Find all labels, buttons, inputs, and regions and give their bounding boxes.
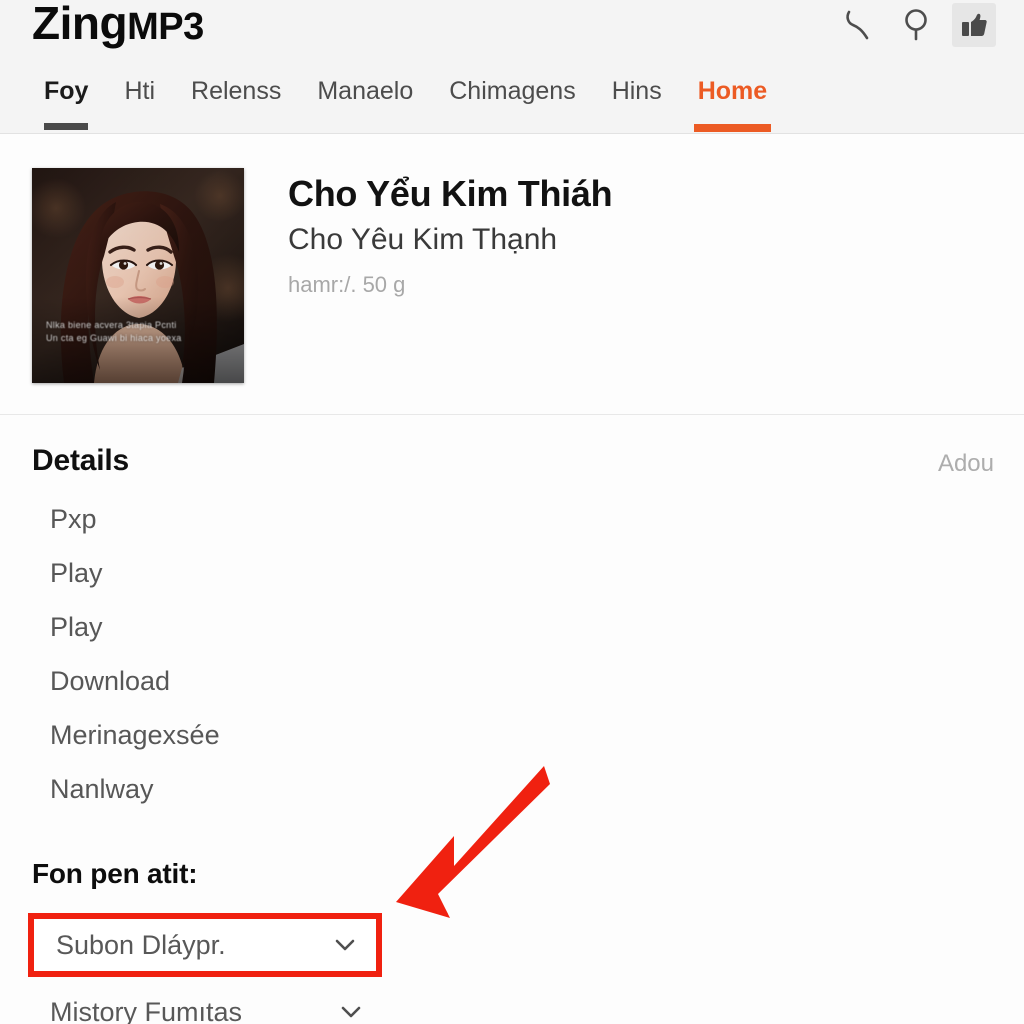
tab-bar: Foy Hti Relenss Manaelo Chimagens Hins H… xyxy=(0,76,1024,134)
tab-label: Hti xyxy=(124,77,156,105)
list-item[interactable]: Nanlway xyxy=(50,762,220,816)
list-item[interactable]: Pxp xyxy=(50,492,220,546)
tab-foy[interactable]: Foy xyxy=(26,76,106,132)
chevron-down-icon xyxy=(338,999,364,1024)
tab-manaelo[interactable]: Manaelo xyxy=(299,76,431,132)
portrait-illustration xyxy=(32,168,244,383)
app-root: ZingMP3 Foy Hti Relenss Manaelo Chimagen… xyxy=(0,0,1024,1024)
brand-logo[interactable]: ZingMP3 xyxy=(32,0,204,50)
dropdown-primary[interactable]: Subon Dláypr. xyxy=(28,913,382,977)
album-art-caption: Nlka biene acvera 3tapia Pcnti Un cta eg… xyxy=(46,319,224,345)
tab-label: Chimagens xyxy=(449,77,576,105)
brand-secondary: MP3 xyxy=(127,6,204,48)
list-item[interactable]: Play xyxy=(50,600,220,654)
tab-label: Manaelo xyxy=(317,77,414,105)
header-actions xyxy=(836,3,996,47)
hero-text-block: Cho Yểu Kim Thiáh Cho Yêu Kim Thạnh hamr… xyxy=(288,172,928,299)
thumbs-up-icon[interactable] xyxy=(952,3,996,47)
dropdown-secondary-value: Mistory Fumıtas xyxy=(50,996,243,1024)
dropdown-secondary[interactable]: Mistory Fumıtas xyxy=(50,986,370,1024)
details-action-link[interactable]: Adou xyxy=(938,450,994,478)
app-header: ZingMP3 Foy Hti Relenss Manaelo Chimagen… xyxy=(0,0,1024,134)
tab-label: Relenss xyxy=(191,77,282,105)
tab-relenss[interactable]: Relenss xyxy=(173,76,299,132)
tab-label: Hins xyxy=(611,77,662,105)
tab-hti[interactable]: Hti xyxy=(106,76,173,132)
tab-hins[interactable]: Hins xyxy=(594,76,680,132)
chevron-down-icon xyxy=(332,932,358,958)
dropdown-primary-value: Subon Dláypr. xyxy=(56,929,226,960)
details-list: Pxp Play Play Download Merinagexsée Nanl… xyxy=(50,492,220,816)
caption-line-1: Nlka biene acvera 3tapia Pcnti xyxy=(46,320,177,330)
tab-label: Home xyxy=(697,77,768,105)
tab-underline xyxy=(693,124,772,132)
page-meta: hamr:/. 50 g xyxy=(288,272,406,297)
details-heading: Details xyxy=(32,444,129,477)
annotation-arrow xyxy=(376,762,556,932)
brand-primary: Zing xyxy=(32,0,128,49)
tab-label: Foy xyxy=(44,77,89,105)
bottom-heading: Fon pen atit: xyxy=(32,858,198,889)
hero-section: Nlka biene acvera 3tapia Pcnti Un cta eg… xyxy=(0,134,1024,415)
page-title: Cho Yểu Kim Thiáh xyxy=(288,173,613,214)
hook-icon[interactable] xyxy=(836,3,880,47)
list-item[interactable]: Play xyxy=(50,546,220,600)
album-art-thumbnail[interactable]: Nlka biene acvera 3tapia Pcnti Un cta eg… xyxy=(32,168,244,383)
tab-underline xyxy=(44,123,89,130)
caption-line-2: Un cta eg Guawi bi hiaca yoexa xyxy=(46,333,182,343)
search-icon[interactable] xyxy=(894,3,938,47)
list-item[interactable]: Download xyxy=(50,654,220,708)
section-divider xyxy=(0,414,1024,415)
tab-chimagens[interactable]: Chimagens xyxy=(431,76,593,132)
list-item[interactable]: Merinagexsée xyxy=(50,708,220,762)
tab-home[interactable]: Home xyxy=(680,76,785,132)
page-subtitle: Cho Yêu Kim Thạnh xyxy=(288,223,558,256)
